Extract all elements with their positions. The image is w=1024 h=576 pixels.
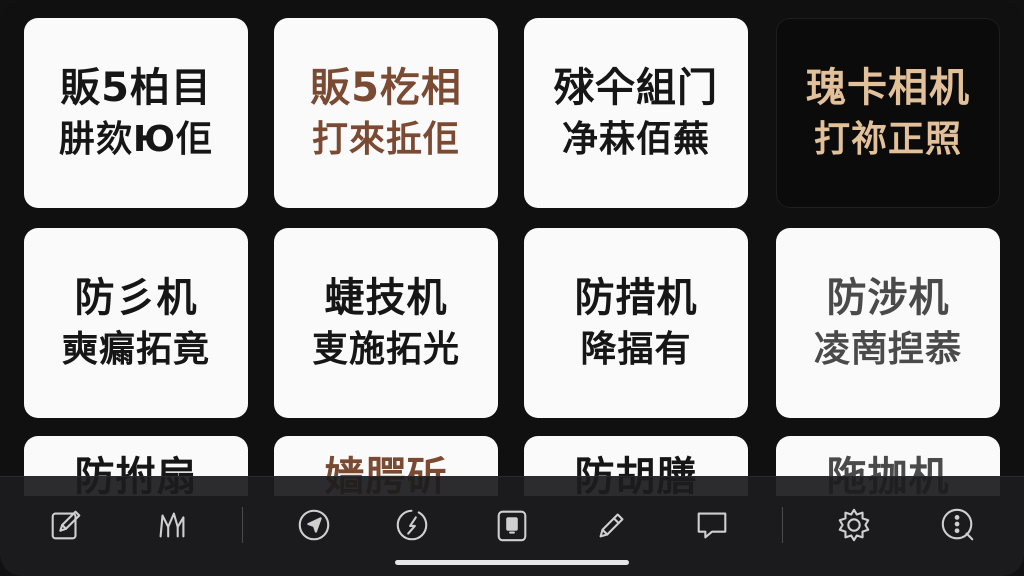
app-screen: 販5柏目 肼欬Ю佢 販5杚相 打來拞佢 殏仐組门 净菻佰蕪 瑰卡相机 打祢正照 … [0, 0, 1024, 576]
card-subtitle: 奭瘺拓竟 [61, 329, 210, 371]
card-2[interactable]: 販5杚相 打來拞佢 [274, 18, 498, 208]
toolbar-divider [782, 507, 783, 543]
pen-icon[interactable] [590, 503, 634, 547]
card-subtitle: 降揊有 [580, 329, 692, 371]
card-title: 防措机 [574, 275, 698, 322]
card-subtitle: 净菻佰蕪 [561, 119, 710, 161]
card-subtitle: 打祢正照 [813, 119, 962, 161]
toolbar-divider [242, 507, 243, 543]
home-indicator[interactable] [395, 560, 629, 565]
card-title: 防涉机 [826, 275, 950, 322]
card-5[interactable]: 防彡机 奭瘺拓竟 [24, 228, 248, 418]
card-6[interactable]: 蜨技机 叓施拓光 [274, 228, 498, 418]
settings-icon[interactable] [832, 503, 876, 547]
card-title: 販5杚相 [310, 65, 462, 112]
card-1[interactable]: 販5柏目 肼欬Ю佢 [24, 18, 248, 208]
edit-icon[interactable] [44, 503, 88, 547]
card-subtitle: 肼欬Ю佢 [58, 119, 214, 161]
card-subtitle: 打來拞佢 [311, 119, 460, 161]
compass-icon[interactable] [390, 503, 434, 547]
card-title: 販5柏目 [60, 65, 212, 112]
card-subtitle: 凌菵揑菾 [813, 329, 962, 371]
card-3[interactable]: 殏仐組门 净菻佰蕪 [524, 18, 748, 208]
card-7[interactable]: 防措机 降揊有 [524, 228, 748, 418]
card-4-selected[interactable]: 瑰卡相机 打祢正照 [776, 18, 1000, 208]
navigation-icon[interactable] [292, 503, 336, 547]
chat-icon[interactable] [690, 503, 734, 547]
card-title: 蜨技机 [324, 275, 448, 322]
more-info-icon[interactable] [936, 503, 980, 547]
map-icon[interactable] [150, 503, 194, 547]
card-title: 瑰卡相机 [806, 65, 970, 112]
card-title: 殏仐組门 [554, 65, 718, 112]
card-8[interactable]: 防涉机 凌菵揑菾 [776, 228, 1000, 418]
card-subtitle: 叓施拓光 [311, 329, 460, 371]
card-title: 防彡机 [74, 275, 198, 322]
clipboard-icon[interactable] [490, 503, 534, 547]
